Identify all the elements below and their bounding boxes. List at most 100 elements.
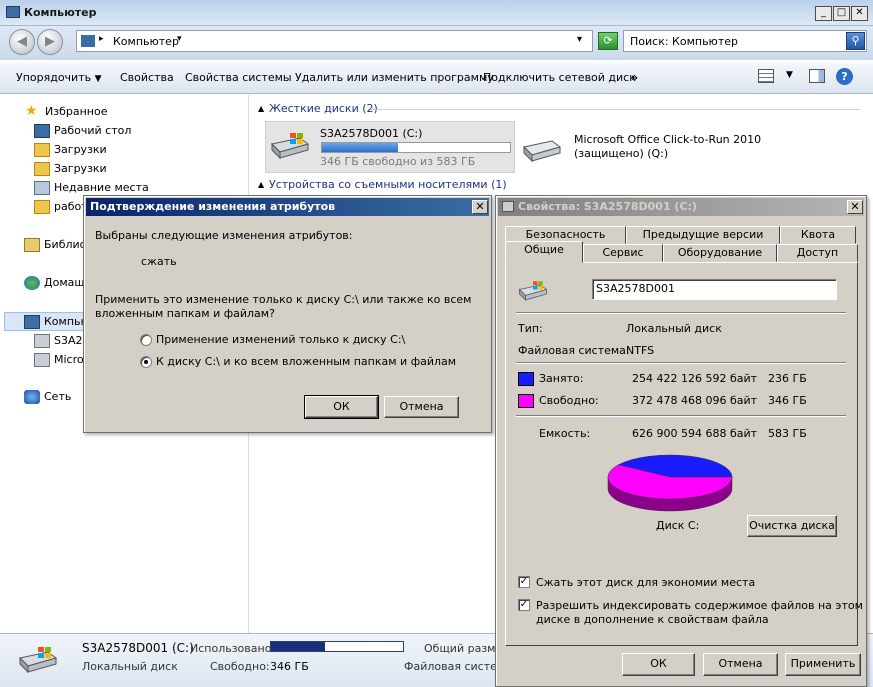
tab-general[interactable]: Общие: [505, 241, 583, 263]
map-network-drive-button[interactable]: Подключить сетевой диск: [483, 71, 636, 84]
properties-title: Свойства: S3A2578D001 (C:): [518, 200, 697, 213]
breadcrumb-arrow-icon[interactable]: ▸: [99, 34, 104, 44]
search-icon[interactable]: ⚲: [846, 32, 865, 50]
sidebar-item-network[interactable]: Сеть: [24, 390, 71, 404]
properties-button[interactable]: Свойства: [120, 71, 174, 84]
sidebar-item-homegroup[interactable]: Домашн: [24, 276, 92, 290]
star-icon: ★: [25, 103, 38, 119]
search-box[interactable]: Поиск: Компьютер ⚲: [623, 30, 867, 52]
disk-cleanup-button[interactable]: Очистка диска: [747, 515, 837, 537]
volume-label-input[interactable]: S3A2578D001: [592, 279, 837, 300]
folder-icon: [34, 200, 50, 214]
compress-checkbox[interactable]: ✓: [518, 576, 530, 588]
drive-c-tile[interactable]: S3A2578D001 (C:) 346 ГБ свободно из 583 …: [265, 121, 515, 173]
status-free-value: 346 ГБ: [270, 660, 309, 673]
confirm-cancel-button[interactable]: Отмена: [384, 396, 459, 418]
used-label: Занято:: [539, 372, 584, 385]
view-icon[interactable]: [758, 69, 774, 83]
sidebar-item-recent[interactable]: Недавние места: [34, 181, 149, 195]
capacity-bytes: 626 900 594 688 байт: [632, 427, 758, 440]
system-properties-button[interactable]: Свойства системы: [185, 71, 292, 84]
confirm-question-1: Применить это изменение только к диску C…: [95, 293, 472, 306]
back-arrow-icon[interactable]: ◀: [9, 29, 35, 55]
compress-label[interactable]: Сжать этот диск для экономии места: [536, 576, 755, 589]
capacity-label: Емкость:: [539, 427, 591, 440]
confirm-attributes-dialog: Подтверждение изменения атрибутов ✕ Выбр…: [83, 195, 492, 433]
breadcrumb-dropdown-icon[interactable]: ▾: [177, 34, 182, 44]
organize-button[interactable]: Упорядочить ▼: [16, 71, 102, 84]
uninstall-program-button[interactable]: Удалить или изменить программу: [295, 71, 494, 84]
tab-hardware[interactable]: Оборудование: [663, 244, 777, 262]
maximize-button[interactable]: □: [833, 6, 850, 21]
sidebar-label: Недавние места: [54, 181, 149, 194]
index-checkbox[interactable]: ✓: [518, 599, 530, 611]
sidebar-item-downloads-2[interactable]: Загрузки: [34, 162, 107, 176]
status-usage-bar: [270, 641, 404, 652]
address-history-icon[interactable]: ▾: [577, 34, 582, 45]
close-window-button[interactable]: ✕: [851, 6, 868, 21]
desktop-icon: [34, 124, 50, 138]
confirm-dialog-title: Подтверждение изменения атрибутов: [90, 200, 336, 213]
hard-drive-icon: [34, 334, 50, 348]
sidebar-item-work[interactable]: работ: [34, 200, 88, 214]
navigation-bar: ◀ ▶ ▸ Компьютер ▾ ▾ ⟳ Поиск: Компьютер ⚲: [0, 26, 873, 60]
radio-recursive[interactable]: [140, 356, 152, 368]
radio-drive-only[interactable]: [140, 334, 152, 346]
hard-disks-group-header[interactable]: Жесткие диски (2): [269, 102, 378, 115]
sidebar-item-favorites[interactable]: ★ Избранное: [25, 103, 108, 119]
minimize-button[interactable]: _: [815, 6, 832, 21]
sidebar-item-desktop[interactable]: Рабочий стол: [34, 124, 131, 138]
drive-properties-dialog: Свойства: S3A2578D001 (C:) ✕ Безопасност…: [495, 195, 867, 687]
sidebar-item-computer[interactable]: Компью: [24, 315, 90, 329]
folder-icon: [34, 143, 50, 157]
refresh-icon[interactable]: ⟳: [598, 32, 618, 50]
confirm-ok-button[interactable]: ОК: [304, 395, 379, 419]
index-label-2[interactable]: диске в дополнение к свойствам файла: [536, 613, 769, 626]
properties-apply-button[interactable]: Применить: [785, 653, 861, 676]
tab-tools[interactable]: Сервис: [583, 244, 663, 262]
used-bytes: 254 422 126 592 байт: [632, 372, 758, 385]
more-commands-button[interactable]: »: [631, 71, 638, 84]
preview-pane-icon[interactable]: [809, 69, 825, 83]
drive-c-name: S3A2578D001 (C:): [320, 127, 423, 140]
properties-cancel-button[interactable]: Отмена: [703, 653, 778, 676]
view-dropdown-icon[interactable]: ▼: [786, 70, 793, 80]
drive-q-name[interactable]: Microsoft Office Click-to-Run 2010: [574, 133, 761, 146]
radio-recursive-label[interactable]: К диску C:\ и ко всем вложенным папкам и…: [156, 355, 456, 368]
close-icon[interactable]: ✕: [472, 200, 488, 214]
sidebar-item-drive-q[interactable]: Micros: [34, 353, 89, 367]
sidebar-item-downloads[interactable]: Загрузки: [34, 143, 107, 157]
confirm-attribute: сжать: [141, 255, 177, 268]
tab-quota[interactable]: Квота: [780, 226, 856, 244]
tab-previous-versions[interactable]: Предыдущие версии: [626, 226, 780, 244]
collapse-icon[interactable]: ▲: [258, 180, 264, 189]
sidebar-item-libraries[interactable]: Библио: [24, 238, 86, 252]
address-bar[interactable]: ▸ Компьютер ▾ ▾: [76, 30, 593, 52]
removable-group-header[interactable]: Устройства со съемными носителями (1): [269, 178, 507, 191]
collapse-icon[interactable]: ▲: [258, 104, 264, 113]
help-icon[interactable]: ?: [836, 68, 853, 85]
sidebar-label: Избранное: [45, 105, 108, 118]
disk-letter-label: Диск C:: [656, 519, 700, 532]
forward-arrow-icon[interactable]: ▶: [37, 29, 63, 55]
sidebar-item-drive-c[interactable]: S3A25: [34, 334, 90, 348]
hard-drive-icon[interactable]: [522, 135, 562, 163]
properties-titlebar: Свойства: S3A2578D001 (C:): [498, 198, 864, 216]
index-label-1[interactable]: Разрешить индексировать содержимое файло…: [536, 599, 863, 612]
used-gb: 236 ГБ: [768, 372, 807, 385]
radio-drive-only-label[interactable]: Применение изменений только к диску C:\: [156, 333, 405, 346]
search-input[interactable]: Поиск: Компьютер: [630, 35, 738, 48]
status-usage-fill: [271, 642, 325, 651]
used-color-swatch: [518, 372, 534, 386]
status-drive-name: S3A2578D001 (C:): [82, 641, 194, 655]
drive-c-usage-bar: [321, 142, 511, 153]
tab-sharing[interactable]: Доступ: [777, 244, 858, 262]
network-icon: [24, 390, 40, 404]
close-icon[interactable]: ✕: [847, 200, 863, 214]
library-icon: [24, 238, 40, 252]
hard-drive-icon: [34, 353, 50, 367]
properties-ok-button[interactable]: ОК: [622, 653, 695, 676]
organize-label: Упорядочить: [16, 71, 92, 84]
separator: [516, 312, 846, 314]
breadcrumb-computer[interactable]: Компьютер: [113, 35, 179, 48]
